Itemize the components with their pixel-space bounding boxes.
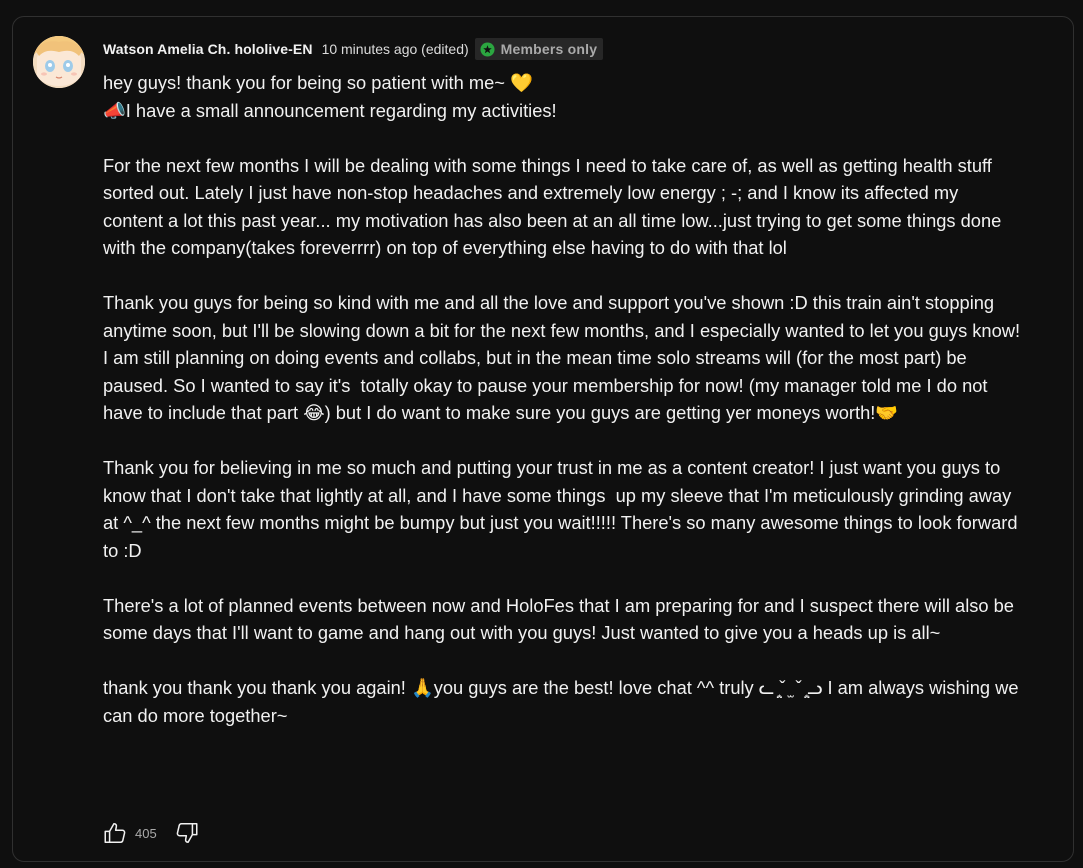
author-name[interactable]: Watson Amelia Ch. hololive-EN (103, 41, 313, 57)
avatar[interactable] (33, 36, 85, 88)
dislike-button[interactable] (173, 819, 201, 847)
comment-line: 📣I have a small announcement regarding m… (103, 99, 557, 121)
comment-card: Watson Amelia Ch. hololive-EN 10 minutes… (12, 16, 1074, 862)
comment-paragraph: thank you thank you thank you again! 🙏yo… (103, 677, 1024, 726)
comment-timestamp[interactable]: 10 minutes ago (edited) (322, 41, 469, 57)
comment-header: Watson Amelia Ch. hololive-EN 10 minutes… (103, 35, 1023, 63)
comment-content: Watson Amelia Ch. hololive-EN 10 minutes… (103, 35, 1023, 729)
members-only-badge: Members only (474, 38, 604, 60)
comment-paragraph: There's a lot of planned events between … (103, 594, 1020, 644)
comment-paragraph: Thank you for believing in me so much an… (103, 457, 1023, 561)
comment-paragraph: Thank you guys for being so kind with me… (103, 292, 1026, 423)
comment-body: hey guys! thank you for being so patient… (103, 69, 1023, 729)
comment-paragraph: For the next few months I will be dealin… (103, 154, 1007, 259)
like-count: 405 (135, 825, 157, 841)
comment-actions: 405 (101, 820, 201, 846)
thumbs-down-icon (176, 823, 198, 843)
thumbs-up-icon (104, 823, 126, 843)
like-button[interactable] (101, 819, 129, 847)
members-star-icon (480, 41, 495, 57)
members-only-label: Members only (500, 41, 598, 57)
comment-line: hey guys! thank you for being so patient… (103, 72, 533, 93)
